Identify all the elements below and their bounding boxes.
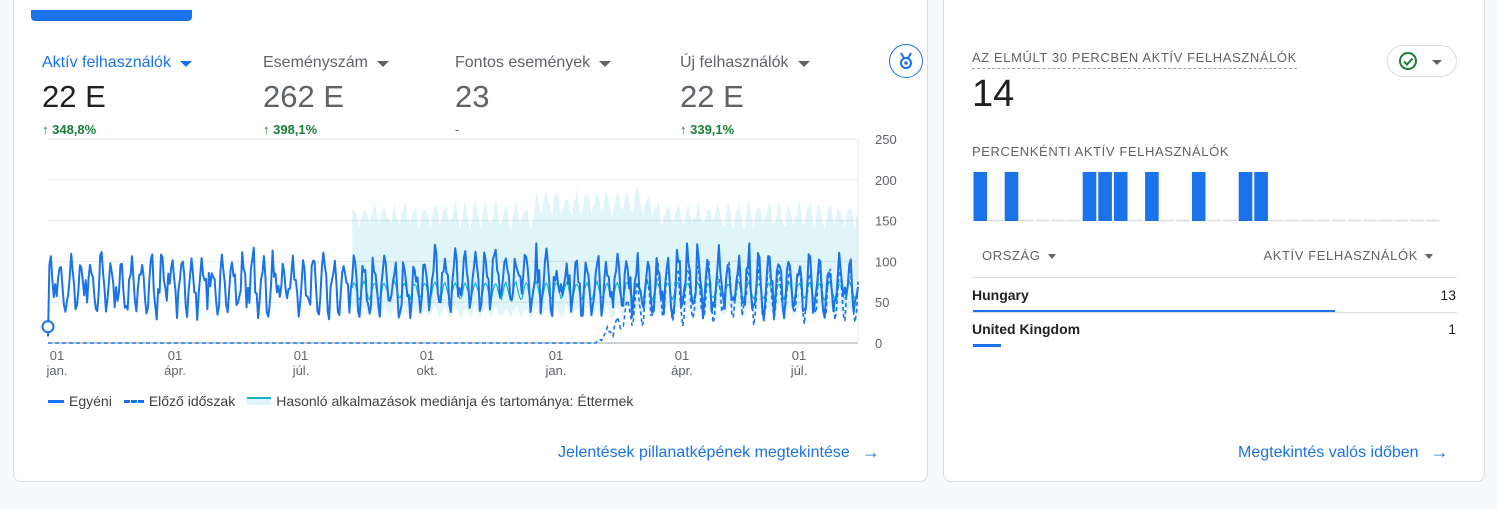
y-tick-label: 100 xyxy=(875,254,897,269)
table-divider xyxy=(972,277,1457,278)
row-value: 13 xyxy=(1440,287,1456,303)
per-minute-bar xyxy=(1254,172,1268,221)
row-country: Hungary xyxy=(972,287,1029,303)
per-minute-bar xyxy=(973,172,988,221)
x-tick-month: ápr. xyxy=(164,363,186,378)
series-start-marker xyxy=(41,320,55,334)
y-tick-label: 150 xyxy=(875,214,897,229)
x-tick-month: ápr. xyxy=(671,363,693,378)
per-minute-bar xyxy=(1082,172,1097,221)
x-tick-day: 01 xyxy=(420,348,434,363)
legend-swatch xyxy=(123,399,144,403)
chevron-down-icon xyxy=(1047,254,1056,259)
view-snapshot-link[interactable]: Jelentések pillanatképének megtekintése … xyxy=(558,442,880,463)
legend-label: Előző időszak xyxy=(148,393,236,409)
x-tick-month: júl. xyxy=(292,363,310,378)
per-minute-bar-chart xyxy=(973,172,1440,222)
legend-label: Hasonló alkalmazások mediánja és tartomá… xyxy=(276,393,634,409)
row-value: 1 xyxy=(1448,321,1456,337)
x-tick-day: 01 xyxy=(294,348,308,363)
check-circle-icon xyxy=(1399,52,1417,70)
per-minute-title: PERCENKÉNTI AKTÍV FELHASZNÁLÓK xyxy=(972,144,1230,159)
per-minute-bar xyxy=(1004,172,1019,221)
per-minute-bar xyxy=(1098,172,1112,221)
chevron-down-icon xyxy=(1432,59,1442,65)
column-label: ORSZÁG xyxy=(982,248,1041,263)
x-tick-month: jan. xyxy=(46,363,68,378)
realtime-value: 14 xyxy=(972,73,1015,115)
arrow-right-icon: → xyxy=(861,442,880,462)
status-dropdown[interactable] xyxy=(1387,45,1457,77)
x-tick-month: okt. xyxy=(417,363,438,378)
x-tick-day: 01 xyxy=(675,348,689,363)
x-tick-month: jan. xyxy=(545,363,567,378)
table-divider xyxy=(972,312,1457,313)
country-column-header[interactable]: ORSZÁG xyxy=(982,248,1056,263)
row-share-bar xyxy=(973,344,1001,347)
x-tick-day: 01 xyxy=(792,348,806,363)
y-tick-label: 50 xyxy=(875,295,889,310)
per-minute-bar xyxy=(1191,172,1206,221)
view-realtime-link[interactable]: Megtekintés valós időben → xyxy=(1238,442,1449,463)
view-snapshot-label: Jelentések pillanatképének megtekintése xyxy=(558,443,850,461)
y-tick-label: 200 xyxy=(875,173,897,188)
per-minute-bar xyxy=(1238,172,1253,221)
x-tick-day: 01 xyxy=(549,348,563,363)
legend-item-egyeni[interactable]: Egyéni xyxy=(48,393,112,409)
y-tick-label: 250 xyxy=(875,132,897,147)
x-tick-day: 01 xyxy=(168,348,182,363)
x-tick-month: júl. xyxy=(790,363,808,378)
chart-legend: Egyéni Előző időszak Hasonló alkalmazáso… xyxy=(48,393,645,409)
legend-item-elozo-idoszak[interactable]: Előző időszak xyxy=(123,393,236,409)
row-country: United Kingdom xyxy=(972,321,1081,337)
legend-swatch xyxy=(247,397,272,405)
column-label: AKTÍV FELHASZNÁLÓK xyxy=(1263,248,1418,263)
y-tick-label: 0 xyxy=(875,336,882,351)
active-users-column-header[interactable]: AKTÍV FELHASZNÁLÓK xyxy=(1263,248,1433,263)
legend-swatch xyxy=(48,399,64,403)
x-tick-day: 01 xyxy=(50,348,64,363)
legend-item-benchmark[interactable]: Hasonló alkalmazások mediánja és tartomá… xyxy=(247,393,633,409)
chevron-down-icon xyxy=(1425,254,1433,259)
per-minute-bar xyxy=(1113,172,1128,221)
y-axis: 250 200 150 100 50 0 xyxy=(875,132,897,351)
view-realtime-label: Megtekintés valós időben xyxy=(1238,443,1419,461)
x-axis: 01jan.01ápr.01júl.01okt.01jan.01ápr.01jú… xyxy=(46,348,808,378)
users-line-chart: 250200150100500 01jan.01ápr.01júl.01okt.… xyxy=(41,132,897,378)
per-minute-bar xyxy=(1145,172,1159,221)
realtime-title[interactable]: AZ ELMÚLT 30 PERCBEN AKTÍV FELHASZNÁLÓK xyxy=(972,50,1297,69)
arrow-right-icon: → xyxy=(1430,442,1449,462)
legend-label: Egyéni xyxy=(69,393,112,409)
